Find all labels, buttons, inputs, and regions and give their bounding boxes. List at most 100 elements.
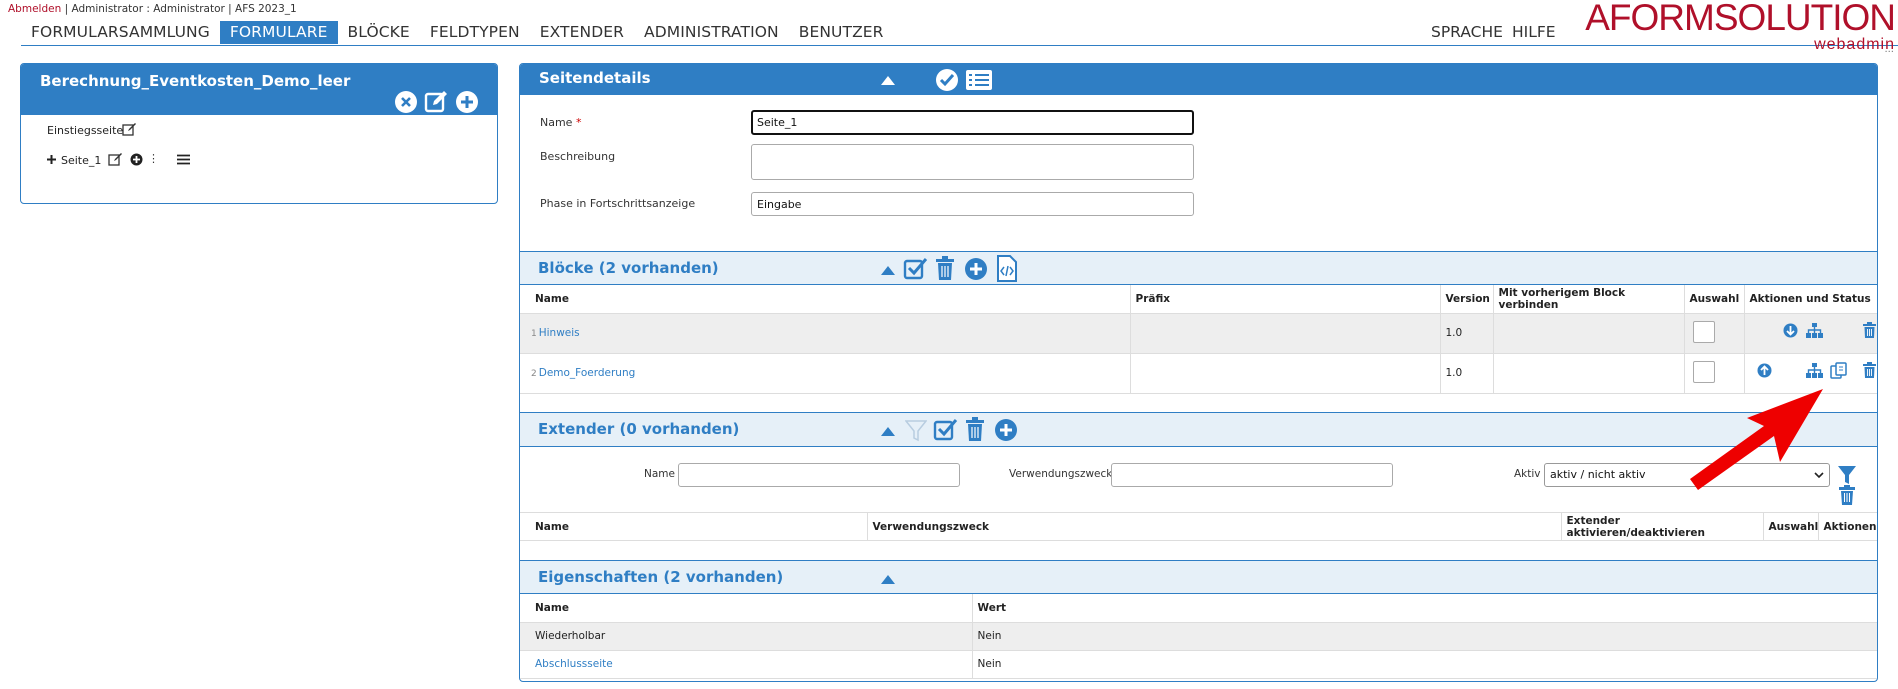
details-header: Seitendetails [520,64,1877,95]
table-row: Abschlussseite Nein [520,650,1877,679]
table-row: Wiederholbar Nein [520,622,1877,651]
ext-col-selection: Auswahl [1763,512,1819,541]
table-row: 1 Hinweis 1.0 [520,313,1877,354]
nav-hilfe[interactable]: HILFE [1512,23,1556,41]
edit-page-icon[interactable] [108,152,123,167]
delete-block-icon[interactable] [1862,321,1876,338]
hierarchy-icon[interactable] [1805,362,1823,378]
table-row: 2 Demo_Foerderung 1.0 [520,353,1877,394]
prop-link-abschlussseite[interactable]: Abschlussseite [535,658,613,670]
filter-purpose-label: Verwendungszweck [1009,468,1113,480]
prop-col-value: Wert [972,594,1877,623]
col-prefix: Präfix [1130,285,1441,314]
block-link-hinweis[interactable]: Hinweis [539,327,580,339]
prop-value: Nein [972,622,1877,651]
blocks-table: Name Präfix Version Mit vorherigem Block… [520,285,1877,394]
delete-block-icon[interactable] [1862,361,1876,378]
collapse-icon[interactable] [881,75,895,85]
move-up-icon[interactable] [1757,363,1772,378]
delete-extender-icon[interactable] [965,417,985,442]
filter-disabled-icon [905,420,927,442]
blocks-title: Blöcke (2 vorhanden) [538,259,719,277]
user-bar: Abmelden | Administrator : Administrator… [8,3,297,15]
form-title: Berechnung_Eventkosten_Demo_leer [40,72,351,90]
extender-table: Name Verwendungszweck Extender aktiviere… [520,512,1877,541]
collapse-blocks-icon[interactable] [881,265,895,275]
blocks-section-header: Blöcke (2 vorhanden) [520,251,1877,285]
edit-icon[interactable] [423,89,449,115]
description-textarea[interactable] [751,144,1194,180]
block-link-demo-foerderung[interactable]: Demo_Foerderung [539,367,636,379]
phase-label: Phase in Fortschrittsanzeige [540,197,696,210]
drag-handle-icon[interactable] [177,154,190,165]
page-name-input[interactable]: Seite_1 [751,110,1194,135]
details-title: Seitendetails [539,69,651,87]
list-view-icon[interactable] [965,68,993,92]
col-actions: Aktionen und Status [1744,285,1877,314]
col-version: Version [1440,285,1494,314]
add-block-icon[interactable] [964,257,988,281]
red-arrow-annotation [1690,389,1823,490]
nav-administration[interactable]: ADMINISTRATION [634,21,789,44]
filter-purpose-input[interactable] [1111,463,1393,487]
ext-col-purpose: Verwendungszweck [867,512,1562,541]
description-label: Beschreibung [540,150,616,163]
more-dots[interactable]: ... [1884,44,1894,55]
check-circle-icon[interactable] [935,68,959,92]
code-file-icon[interactable] [996,255,1018,282]
prop-name: Wiederholbar [520,622,973,651]
extender-section-header: Extender (0 vorhanden) [520,412,1877,447]
page-details-panel: Seitendetails Name * Seite_1 Beschreibun… [519,63,1878,682]
nav-feldtypen[interactable]: FELDTYPEN [420,21,530,44]
nav-formularsammlung[interactable]: FORMULARSAMMLUNG [21,21,220,44]
phase-input[interactable]: Eingabe [751,192,1194,216]
ext-col-toggle: Extender aktivieren/deaktivieren [1561,512,1764,541]
filter-name-label: Name [644,468,675,480]
collapse-extender-icon[interactable] [881,426,895,436]
delete-icon[interactable] [935,256,955,281]
nav-benutzer[interactable]: BENUTZER [789,21,894,44]
collapse-properties-icon[interactable] [881,574,895,584]
main-nav: FORMULARSAMMLUNG FORMULARE BLÖCKE FELDTY… [21,21,894,44]
hierarchy-icon[interactable] [1805,322,1823,338]
expand-plus-icon[interactable] [46,154,57,165]
ext-col-actions: Aktionen [1818,512,1877,541]
entry-page-label[interactable]: Einstiegsseite [47,124,123,137]
properties-section-header: Eigenschaften (2 vorhanden) [520,560,1877,594]
prop-col-name: Name [520,594,973,623]
block-version: 1.0 [1440,313,1494,354]
nav-extender[interactable]: EXTENDER [530,21,634,44]
nav-bloecke[interactable]: BLÖCKE [338,21,420,44]
extender-title: Extender (0 vorhanden) [538,420,740,438]
add-page-icon[interactable] [130,153,143,166]
filter-icon[interactable] [1837,465,1857,485]
col-selection: Auswahl [1684,285,1745,314]
close-circle-icon[interactable] [394,90,418,114]
select-all-extender-icon[interactable] [933,417,958,442]
col-connect: Mit vorherigem Block verbinden [1493,285,1685,314]
filter-name-input[interactable] [678,463,960,487]
form-tree-panel: Berechnung_Eventkosten_Demo_leer Einstie… [20,63,498,204]
block-select-checkbox[interactable] [1692,320,1715,343]
kebab-menu[interactable]: ⋮ [148,152,159,165]
copy-block-icon[interactable] [1829,361,1847,379]
add-extender-icon[interactable] [994,418,1018,442]
col-name: Name [520,285,1131,314]
nav-sprache[interactable]: SPRACHE [1431,23,1503,41]
name-label: Name * [540,116,582,129]
move-down-icon[interactable] [1783,323,1798,338]
properties-title: Eigenschaften (2 vorhanden) [538,568,784,586]
user-info: | Administrator : Administrator | AFS 20… [61,3,297,15]
add-circle-icon[interactable] [455,90,479,114]
properties-table: Name Wert Wiederholbar Nein Abschlusssei… [520,594,1877,679]
aformsolution-logo: AFORMSOLUTION webadmin [1585,0,1896,53]
select-all-icon[interactable] [903,256,928,281]
nav-divider [21,45,1898,46]
edit-entry-icon[interactable] [122,122,137,137]
filter-active-label: Aktiv [1514,468,1541,480]
tree-page-item[interactable]: Seite_1 [61,154,101,167]
nav-formulare[interactable]: FORMULARE [219,21,338,44]
clear-filter-icon[interactable] [1839,485,1855,505]
logout-link[interactable]: Abmelden [8,3,61,15]
block-version: 1.0 [1440,353,1494,394]
